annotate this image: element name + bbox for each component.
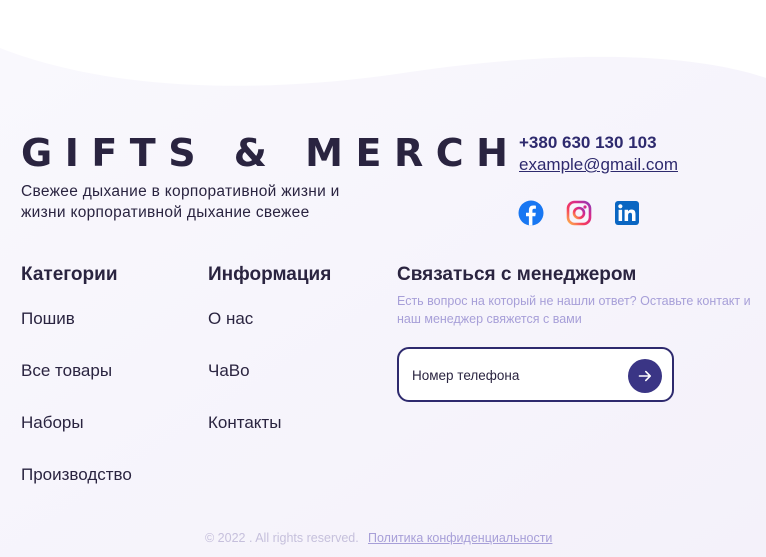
linkedin-link[interactable] bbox=[614, 200, 640, 226]
facebook-link[interactable] bbox=[518, 200, 544, 226]
facebook-icon bbox=[518, 200, 544, 226]
list-item: Наборы bbox=[21, 412, 132, 464]
copyright-text: © 2022 . All rights reserved. bbox=[205, 531, 359, 545]
arrow-right-icon bbox=[638, 370, 651, 382]
list-item: Пошив bbox=[21, 308, 132, 360]
brand-tagline: Свежее дыхание в корпоративной жизни и ж… bbox=[21, 183, 340, 221]
phone-input[interactable] bbox=[412, 364, 622, 386]
social-links bbox=[518, 200, 640, 226]
category-link-production[interactable]: Производство bbox=[21, 464, 132, 486]
instagram-icon bbox=[566, 200, 592, 226]
category-link-sewing[interactable]: Пошив bbox=[21, 308, 75, 330]
information-list: О нас ЧаВо Контакты bbox=[208, 308, 281, 464]
manager-title: Связаться с менеджером bbox=[397, 264, 637, 285]
category-link-sets[interactable]: Наборы bbox=[21, 412, 84, 434]
privacy-policy-link[interactable]: Политика конфиденциальности bbox=[368, 529, 552, 547]
brand-logo[interactable]: GIFTS & MERCH bbox=[21, 131, 520, 175]
email-link[interactable]: example@gmail.com bbox=[519, 155, 678, 175]
phone-form bbox=[397, 347, 674, 402]
manager-description: Есть вопрос на который не нашли ответ? О… bbox=[397, 294, 751, 326]
list-item: Контакты bbox=[208, 412, 281, 464]
list-item: ЧаВо bbox=[208, 360, 281, 412]
list-item: Все товары bbox=[21, 360, 132, 412]
category-link-all-products[interactable]: Все товары bbox=[21, 360, 112, 382]
info-link-about[interactable]: О нас bbox=[208, 308, 253, 330]
list-item: Производство bbox=[21, 464, 132, 516]
list-item: О нас bbox=[208, 308, 281, 360]
categories-list: Пошив Все товары Наборы Производство bbox=[21, 308, 132, 516]
site-footer: GIFTS & MERCH Свежее дыхание в корпорати… bbox=[0, 0, 766, 557]
contact-block: +380 630 130 103 example@gmail.com bbox=[519, 133, 678, 175]
phone-link[interactable]: +380 630 130 103 bbox=[519, 133, 678, 153]
instagram-link[interactable] bbox=[566, 200, 592, 226]
submit-button[interactable] bbox=[628, 359, 662, 393]
info-link-contacts[interactable]: Контакты bbox=[208, 412, 281, 434]
information-title: Информация bbox=[208, 264, 332, 285]
linkedin-icon bbox=[615, 201, 639, 225]
info-link-faq[interactable]: ЧаВо bbox=[208, 360, 250, 382]
categories-title: Категории bbox=[21, 264, 118, 285]
